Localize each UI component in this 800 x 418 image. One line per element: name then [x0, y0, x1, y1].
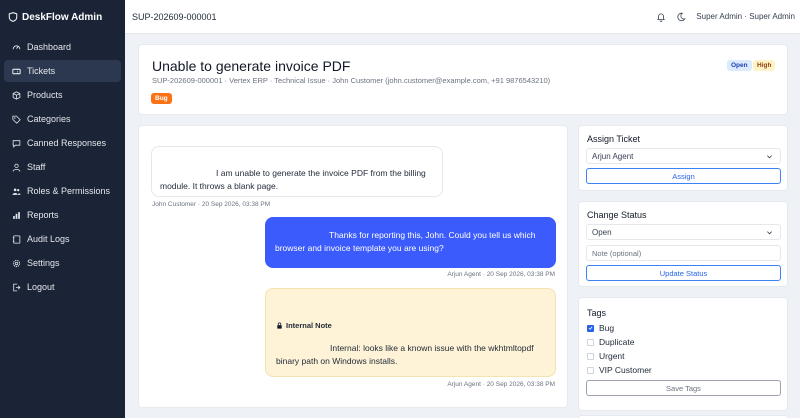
chat-icon	[12, 139, 21, 148]
tag-option-urgent[interactable]: Urgent	[587, 351, 625, 361]
sidebar-item-staff[interactable]: Staff	[4, 156, 121, 178]
logout-icon	[13, 283, 21, 291]
assign-button[interactable]: Assign	[586, 168, 781, 184]
sidebar-item-reports[interactable]: Reports	[4, 204, 121, 226]
assign-title: Assign Ticket	[587, 134, 641, 144]
tag-option-vip-customer[interactable]: VIP Customer	[587, 365, 652, 375]
brand: DeskFlow Admin	[0, 0, 125, 34]
sidebar-item-products[interactable]: Products	[4, 84, 121, 106]
sidebar-item-logout[interactable]: Logout	[4, 276, 121, 298]
user-menu[interactable]: Super Admin · Super Admin	[696, 12, 795, 21]
sidebar-item-label: Logout	[27, 282, 55, 292]
chevron-down-icon	[767, 155, 772, 159]
sidebar-item-label: Canned Responses	[27, 138, 107, 148]
status-badge: Open	[727, 60, 752, 71]
conversation-panel: I am unable to generate the invoice PDF …	[138, 125, 568, 408]
speedometer-icon	[12, 44, 21, 49]
sidebar-item-categories[interactable]: Categories	[4, 108, 121, 130]
message-meta: Arjun Agent · 20 Sep 2026, 03:38 PM	[447, 381, 555, 388]
chevron-down-icon	[767, 231, 772, 235]
sidebar-item-label: Audit Logs	[27, 234, 70, 244]
message-meta: Arjun Agent · 20 Sep 2026, 03:38 PM	[447, 271, 555, 278]
tags-panel: Tags Bug Duplicate Urgent VIP Customer S…	[578, 297, 788, 411]
sidebar-item-tickets[interactable]: Tickets	[4, 60, 121, 82]
message-text: Thanks for reporting this, John. Could y…	[275, 230, 536, 253]
ticket-subtitle: SUP-202609-000001 · Vertex ERP · Technic…	[152, 76, 551, 85]
ticket-header: Unable to generate invoice PDF SUP-20260…	[138, 44, 788, 115]
priority-badge: High	[753, 60, 776, 71]
shield-icon	[8, 12, 18, 22]
topbar: SUP-202609-000001 Super Admin · Super Ad…	[125, 0, 800, 34]
checkbox[interactable]	[587, 324, 594, 332]
label-badge: Bug	[151, 93, 172, 104]
assignee-select[interactable]: Arjun Agent	[586, 148, 781, 164]
message-text: I am unable to generate the invoice PDF …	[160, 168, 426, 191]
tag-option-duplicate[interactable]: Duplicate	[587, 337, 634, 347]
tag-label: Urgent	[599, 351, 625, 361]
status-selected: Open	[592, 227, 612, 237]
lock-icon	[277, 322, 282, 329]
brand-name: DeskFlow Admin	[22, 11, 103, 23]
customer-message: I am unable to generate the invoice PDF …	[151, 146, 443, 197]
sidebar-item-label: Dashboard	[27, 42, 72, 52]
sidebar: DeskFlow Admin Dashboard Tickets Product…	[0, 0, 125, 418]
ticket-title: Unable to generate invoice PDF	[152, 58, 351, 74]
sidebar-item-label: Tickets	[27, 66, 56, 76]
checkbox[interactable]	[587, 366, 594, 374]
box-icon	[12, 90, 21, 100]
status-note-input[interactable]: Note (optional)	[586, 245, 781, 261]
tag-label: Bug	[599, 323, 615, 333]
bar-chart-icon	[13, 211, 20, 219]
sidebar-item-label: Roles & Permissions	[27, 186, 111, 196]
tag-label: VIP Customer	[599, 365, 652, 375]
tag-label: Duplicate	[599, 337, 635, 347]
checkbox[interactable]	[587, 338, 594, 346]
moon-icon[interactable]	[676, 12, 686, 22]
sidebar-item-settings[interactable]: Settings	[4, 252, 121, 274]
assignee-selected: Arjun Agent	[592, 151, 634, 161]
sidebar-item-label: Products	[27, 90, 63, 100]
topbar-ticket-id: SUP-202609-000001	[132, 11, 217, 22]
bell-icon[interactable]	[656, 12, 666, 22]
person-icon	[12, 163, 21, 172]
status-title: Change Status	[587, 210, 647, 220]
sidebar-nav: Dashboard Tickets Products Categories Ca…	[0, 36, 125, 298]
sidebar-item-label: Staff	[27, 162, 46, 172]
ticket-icon	[12, 68, 21, 74]
gear-icon	[12, 259, 21, 267]
agent-message: Thanks for reporting this, John. Could y…	[265, 217, 556, 268]
tag-icon	[12, 115, 21, 124]
sidebar-item-label: Categories	[27, 114, 71, 124]
sidebar-item-canned-responses[interactable]: Canned Responses	[4, 132, 121, 154]
sidebar-item-dashboard[interactable]: Dashboard	[4, 36, 121, 58]
sidebar-item-label: Settings	[27, 258, 60, 268]
status-select[interactable]: Open	[586, 224, 781, 240]
internal-note-header: Internal Note	[276, 319, 545, 332]
message-text: Internal: looks like a known issue with …	[276, 343, 534, 366]
status-panel: Change Status Open Note (optional) Updat…	[578, 201, 788, 287]
tag-option-bug[interactable]: Bug	[587, 323, 614, 333]
check-icon	[588, 326, 593, 330]
checkbox[interactable]	[587, 352, 594, 360]
journal-icon	[12, 234, 21, 244]
internal-note-title: Internal Note	[286, 321, 332, 330]
sidebar-item-roles[interactable]: Roles & Permissions	[4, 180, 121, 202]
tags-title: Tags	[587, 308, 607, 318]
internal-note: Internal Note Internal: looks like a kno…	[265, 288, 556, 377]
message-meta: John Customer · 20 Sep 2026, 03:38 PM	[152, 201, 271, 208]
save-tags-button[interactable]: Save Tags	[586, 380, 781, 396]
update-status-button[interactable]: Update Status	[586, 265, 781, 281]
assign-panel: Assign Ticket Arjun Agent Assign	[578, 125, 788, 191]
sidebar-item-audit-logs[interactable]: Audit Logs	[4, 228, 121, 250]
sidebar-item-label: Reports	[27, 210, 59, 220]
people-icon	[12, 188, 21, 195]
